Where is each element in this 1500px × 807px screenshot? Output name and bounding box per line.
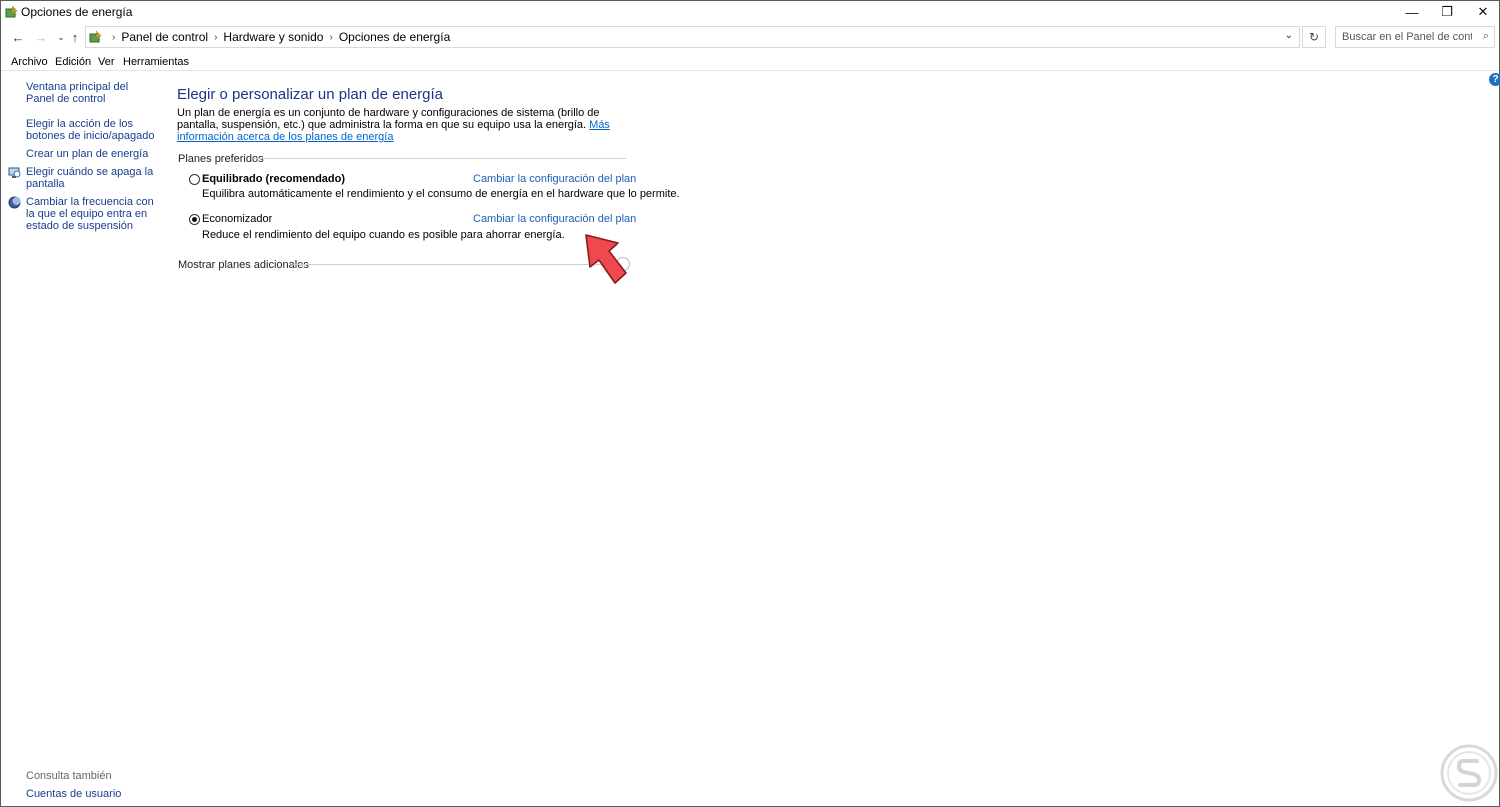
sidebar-link-display-off[interactable]: Elegir cuándo se apaga la pantalla [26,166,156,190]
intro-description: Un plan de energía es un conjunto de har… [177,107,600,131]
window-title: Opciones de energía [21,5,133,19]
forward-arrow-icon[interactable]: → [33,28,49,46]
plan-description-balanced: Equilibra automáticamente el rendimiento… [202,188,680,200]
back-arrow-icon[interactable]: ← [10,28,26,46]
change-plan-settings-link-power-saver[interactable]: Cambiar la configuración del plan [473,213,636,225]
plan-name-power-saver[interactable]: Economizador [202,213,272,225]
plan-radio-power-saver[interactable] [189,214,200,225]
restore-button[interactable]: ❐ [1429,1,1465,23]
menu-archivo[interactable]: Archivo [11,56,48,68]
control-panel-window: Opciones de energía — ❐ ✕ ← → ⌄ ↑ › Pane… [0,0,1500,807]
navigation-bar: ← → ⌄ ↑ › Panel de control › Hardware y … [1,24,1499,50]
preferred-plans-label: Planes preferidos [178,153,264,165]
address-bar[interactable]: › Panel de control › Hardware y sonido ›… [85,26,1300,48]
menu-ver[interactable]: Ver [98,56,115,68]
intro-text: Un plan de energía es un conjunto de har… [177,107,632,143]
sidebar-link-sleep[interactable]: Cambiar la frecuencia con la que el equi… [26,196,156,232]
title-bar: Opciones de energía — ❐ ✕ [1,1,1499,23]
up-arrow-icon[interactable]: ↑ [67,28,83,46]
plan-name-balanced[interactable]: Equilibrado (recomendado) [202,173,345,185]
pointer-arrow-icon [585,234,627,284]
show-additional-plans-label[interactable]: Mostrar planes adicionales [178,259,309,271]
help-icon[interactable]: ? [1489,73,1500,86]
close-button[interactable]: ✕ [1465,1,1500,23]
plan-description-power-saver: Reduce el rendimiento del equipo cuando … [202,229,565,241]
control-panel-icon [89,30,102,43]
menu-herramientas[interactable]: Herramientas [123,56,189,68]
see-also-heading: Consulta también [26,770,112,782]
menu-edicion[interactable]: Edición [55,56,91,68]
see-also-link-user-accounts[interactable]: Cuentas de usuario [26,788,121,800]
change-plan-settings-link-balanced[interactable]: Cambiar la configuración del plan [473,173,636,185]
address-dropdown-icon[interactable]: ⌄ [1285,30,1293,41]
minimize-button[interactable]: — [1394,1,1430,23]
divider [293,264,615,265]
breadcrumb-hardware-sound[interactable]: Hardware y sonido [223,30,323,44]
breadcrumb: › Panel de control › Hardware y sonido ›… [106,30,450,44]
chevron-right-icon[interactable]: › [214,32,217,43]
refresh-icon[interactable]: ↻ [1302,26,1326,48]
menu-bar: Archivo Edición Ver Herramientas [1,53,1499,71]
monitor-power-icon [8,167,21,178]
chevron-right-icon[interactable]: › [112,32,115,43]
divider [253,158,626,159]
chevron-right-icon[interactable]: › [329,32,332,43]
page-title: Elegir o personalizar un plan de energía [177,86,444,103]
power-options-icon [5,5,18,18]
moon-icon [8,196,21,209]
plan-radio-balanced[interactable] [189,174,200,185]
sidebar-link-control-panel-home[interactable]: Ventana principal del Panel de control [26,81,156,105]
watermark-logo-icon [1440,744,1498,802]
sidebar-link-create-plan[interactable]: Crear un plan de energía [26,148,156,160]
sidebar-link-power-buttons[interactable]: Elegir la acción de los botones de inici… [26,118,156,142]
breadcrumb-power-options[interactable]: Opciones de energía [339,30,450,44]
search-box[interactable]: ⌕ [1335,26,1495,48]
search-input[interactable] [1342,31,1472,43]
search-icon[interactable]: ⌕ [1483,30,1489,43]
breadcrumb-control-panel[interactable]: Panel de control [121,30,208,44]
